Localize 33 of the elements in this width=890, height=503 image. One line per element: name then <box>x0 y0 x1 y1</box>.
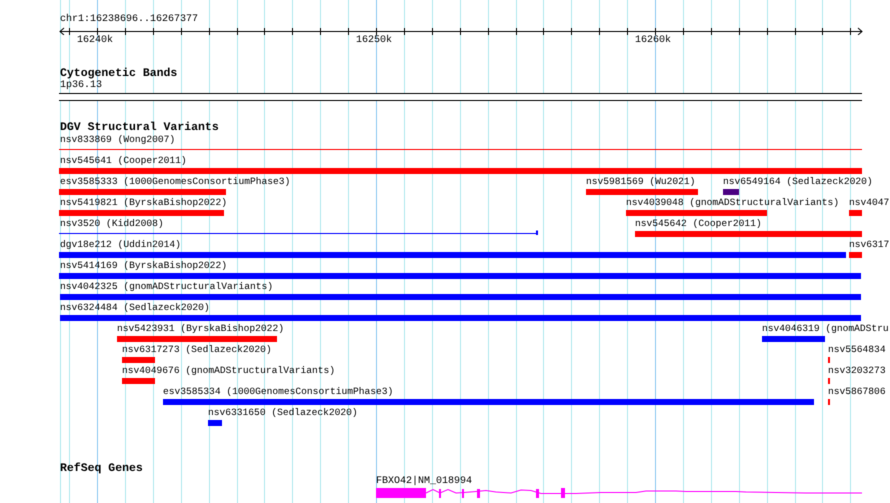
tick-label: 16250k <box>356 35 392 47</box>
variant-label: nsv4042325 (gnomADStructuralVariants) <box>60 281 274 293</box>
variant-label: nsv5981569 (Wu2021) <box>586 176 696 188</box>
track-title: Cytogenetic Bands <box>60 68 178 80</box>
variant-label: nsv5564834 <box>828 344 886 356</box>
variant-label: nsv5867806 <box>828 386 886 398</box>
variant-label: nsv6331650 (Sedlazeck2020) <box>208 407 358 419</box>
variant-label: nsv4039048 (gnomADStructuralVariants) <box>626 197 840 209</box>
variant-label: dgv18e212 (Uddin2014) <box>60 239 181 251</box>
variant-label: nsv3520 (Kidd2008) <box>60 218 164 230</box>
variant-label: nsv4047 <box>849 197 890 209</box>
gene-label: FBXO42|NM_018994 <box>376 476 472 488</box>
variant-label: nsv4046319 (gnomADStru <box>762 323 889 335</box>
variant-label: nsv6549164 (Sedlazeck2020) <box>723 176 873 188</box>
location-label: chr1:16238696..16267377 <box>60 14 198 26</box>
variant-label: esv3585334 (1000GenomesConsortiumPhase3) <box>163 386 394 398</box>
tick-label: 16240k <box>77 35 113 47</box>
variant-label: nsv5414169 (ByrskaBishop2022) <box>60 260 227 272</box>
variant-label: nsv6317 <box>849 239 890 251</box>
tick-label: 16260k <box>635 35 671 47</box>
variant-label: nsv833869 (Wong2007) <box>60 134 176 146</box>
variant-label: nsv3203273 <box>828 365 886 377</box>
variant-label: nsv5423931 (ByrskaBishop2022) <box>117 323 284 335</box>
variant-label: nsv545642 (Cooper2011) <box>635 218 762 230</box>
variant-label: nsv545641 (Cooper2011) <box>60 155 187 167</box>
track-title: DGV Structural Variants <box>60 122 219 134</box>
variant-label: nsv5419821 (ByrskaBishop2022) <box>60 197 227 209</box>
track-title: RefSeq Genes <box>60 463 143 475</box>
variant-label: nsv6317273 (Sedlazeck2020) <box>122 344 272 356</box>
variant-label: nsv6324484 (Sedlazeck2020) <box>60 302 210 314</box>
variant-label: nsv4049676 (gnomADStructuralVariants) <box>122 365 336 377</box>
band-label: 1p36.13 <box>60 80 102 91</box>
variant-label: esv3585333 (1000GenomesConsortiumPhase3) <box>60 176 290 188</box>
